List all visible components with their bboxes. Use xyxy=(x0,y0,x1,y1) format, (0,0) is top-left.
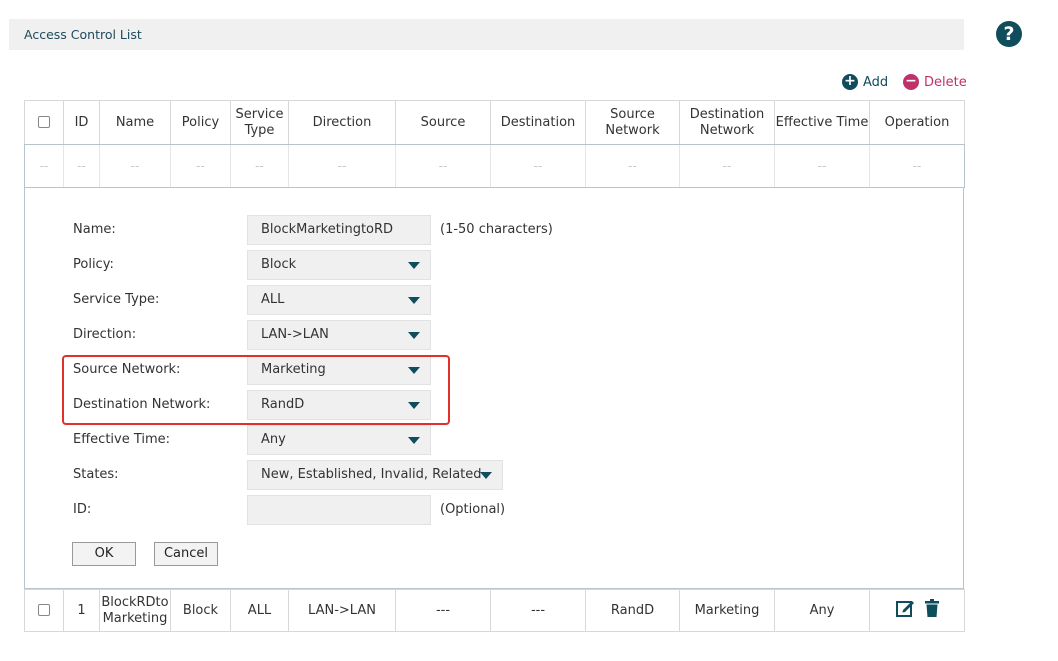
source-network-label: Source Network: xyxy=(73,362,181,377)
select-all-cell xyxy=(24,100,64,145)
cell-source: --- xyxy=(395,589,491,632)
column-header-id: ID xyxy=(63,100,100,145)
service-type-label: Service Type: xyxy=(73,292,160,307)
column-header-destination-network: Destination Network xyxy=(679,100,775,145)
placeholder-cell: -- xyxy=(490,144,586,188)
service-type-select[interactable]: ALL xyxy=(247,285,431,315)
destination-network-select[interactable]: RandD xyxy=(247,390,431,420)
cell-destination: --- xyxy=(490,589,586,632)
direction-select[interactable]: LAN->LAN xyxy=(247,320,431,350)
id-hint: (Optional) xyxy=(440,502,506,517)
placeholder-cell: -- xyxy=(230,144,289,188)
name-label: Name: xyxy=(73,222,116,237)
chevron-down-icon xyxy=(408,332,420,339)
chevron-down-icon xyxy=(408,367,420,374)
column-header-service-type: Service Type xyxy=(230,100,289,145)
policy-label: Policy: xyxy=(73,257,114,272)
cancel-button[interactable]: Cancel xyxy=(154,542,218,566)
edit-icon[interactable] xyxy=(895,598,915,618)
select-all-checkbox[interactable] xyxy=(38,116,50,128)
states-select[interactable]: New, Established, Invalid, Related xyxy=(247,460,503,490)
delete-label: Delete xyxy=(924,74,967,90)
placeholder-cell: -- xyxy=(288,144,396,188)
chevron-down-icon xyxy=(408,262,420,269)
placeholder-cell: -- xyxy=(869,144,965,188)
chevron-down-icon xyxy=(408,437,420,444)
policy-select[interactable]: Block xyxy=(247,250,431,280)
placeholder-cell: -- xyxy=(585,144,680,188)
states-value: New, Established, Invalid, Related xyxy=(261,467,482,482)
column-header-direction: Direction xyxy=(288,100,396,145)
placeholder-cell: -- xyxy=(395,144,491,188)
cell-id: 1 xyxy=(63,589,100,632)
ok-button[interactable]: OK xyxy=(72,542,136,566)
table-header-row: ID Name Policy Service Type Direction So… xyxy=(24,100,965,145)
cell-service-type: ALL xyxy=(230,589,289,632)
policy-value: Block xyxy=(261,257,297,272)
column-header-destination: Destination xyxy=(490,100,586,145)
plus-circle-icon: + xyxy=(842,74,858,90)
placeholder-cell: -- xyxy=(679,144,775,188)
chevron-down-icon xyxy=(480,472,492,479)
cell-effective-time: Any xyxy=(774,589,870,632)
id-label: ID: xyxy=(73,502,92,517)
placeholder-cell: -- xyxy=(170,144,231,188)
column-header-policy: Policy xyxy=(170,100,231,145)
source-network-value: Marketing xyxy=(261,362,326,377)
effective-time-value: Any xyxy=(261,432,286,447)
cell-policy: Block xyxy=(170,589,231,632)
destination-network-label: Destination Network: xyxy=(73,397,211,412)
cell-operation xyxy=(869,589,965,632)
column-header-operation: Operation xyxy=(869,100,965,145)
column-header-source: Source xyxy=(395,100,491,145)
effective-time-label: Effective Time: xyxy=(73,432,171,447)
cell-name: BlockRDto Marketing xyxy=(99,589,171,632)
destination-network-value: RandD xyxy=(261,397,305,412)
service-type-value: ALL xyxy=(261,292,285,307)
column-header-effective-time: Effective Time xyxy=(774,100,870,145)
add-button[interactable]: + Add xyxy=(842,73,888,91)
direction-label: Direction: xyxy=(73,327,137,342)
add-label: Add xyxy=(863,74,889,90)
placeholder-cell: -- xyxy=(63,144,100,188)
cell-source-network: RandD xyxy=(585,589,680,632)
placeholder-cell: -- xyxy=(99,144,171,188)
id-input[interactable] xyxy=(247,495,431,525)
effective-time-select[interactable]: Any xyxy=(247,425,431,455)
table-row: 1 BlockRDto Marketing Block ALL LAN->LAN… xyxy=(24,589,965,632)
chevron-down-icon xyxy=(408,297,420,304)
minus-circle-icon: − xyxy=(903,74,919,90)
help-icon[interactable]: ? xyxy=(996,21,1022,47)
row-checkbox[interactable] xyxy=(38,604,50,616)
edit-form-panel xyxy=(24,187,964,589)
chevron-down-icon xyxy=(408,402,420,409)
column-header-source-network: Source Network xyxy=(585,100,680,145)
placeholder-cell: -- xyxy=(24,144,64,188)
delete-button[interactable]: − Delete xyxy=(903,73,967,91)
column-header-name: Name xyxy=(99,100,171,145)
page-header: Access Control List xyxy=(9,19,964,50)
cell-direction: LAN->LAN xyxy=(288,589,396,632)
row-select-cell xyxy=(24,589,64,632)
source-network-select[interactable]: Marketing xyxy=(247,355,431,385)
name-input[interactable]: BlockMarketingtoRD xyxy=(247,215,431,245)
states-label: States: xyxy=(73,467,119,482)
new-entry-row: -- -- -- -- -- -- -- -- -- -- -- -- xyxy=(24,144,965,188)
direction-value: LAN->LAN xyxy=(261,327,329,342)
trash-icon[interactable] xyxy=(925,599,939,617)
name-hint: (1-50 characters) xyxy=(440,222,553,237)
placeholder-cell: -- xyxy=(774,144,870,188)
page-title: Access Control List xyxy=(24,27,142,42)
cell-destination-network: Marketing xyxy=(679,589,775,632)
